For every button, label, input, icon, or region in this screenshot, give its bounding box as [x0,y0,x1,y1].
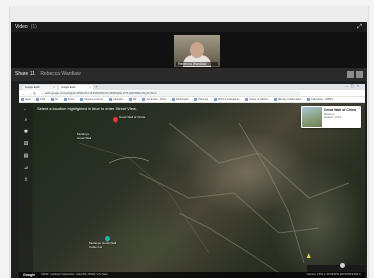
participant-name: Rebecca Wardlaw [176,62,218,66]
place-label-cable-car[interactable]: Mutianyu Great Wall Cable Car [89,241,116,249]
close-card-icon[interactable]: × [358,106,360,110]
street-view-hint: Select a location highlighted in blue to… [37,106,137,111]
expand-icon[interactable]: ⤢ [357,22,362,32]
place-card-subtitle: Mutianyu Huairou, China [324,113,341,119]
place-card-title: Great Wall of China [324,108,357,112]
share-presenter-name: Rebecca Wardlaw [40,71,81,77]
feeling-lucky-icon[interactable]: ⚄ [23,141,29,147]
browser-tab-label: Google Earth [25,86,40,89]
pegman-icon[interactable]: ♟ [306,253,311,260]
google-earth-map[interactable]: ⌕ ✱ ⚄ ▤ ⊿ ⇪ ← Select a location highligh… [19,103,365,278]
share-icon[interactable]: ⇪ [23,177,29,183]
terrain-ridges [78,122,350,274]
participant-video-tile[interactable]: Rebecca Wardlaw [174,35,220,67]
voyager-icon[interactable]: ✱ [23,129,29,135]
google-logo: Google [23,273,36,277]
address-bar[interactable]: earth.google.com/web/@40.43591379,116.56… [41,91,301,96]
shared-browser-window: Google Earth × Google Earth × + –▢× ←→↻ ea… [19,84,365,278]
camera-coordinates: Camera: 1,551 m 40°25'49"N 116°33'36"E 6… [306,273,361,276]
video-panel-header: Video (1) ⤢ [11,22,367,32]
fullscreen-icon[interactable] [356,71,363,78]
video-panel-title: Video [15,24,28,30]
video-strip: Rebecca Wardlaw [11,32,367,68]
navigation-icons[interactable]: ←→↻ [22,90,38,97]
window-controls[interactable]: –▢× [346,84,362,88]
browser-tab-label: Google Earth [61,86,76,89]
place-label-great-wall[interactable]: Great Wall of China [119,115,145,120]
earth-sidebar: ⌕ ✱ ⚄ ▤ ⊿ ⇪ [19,103,33,278]
extension-icons [331,91,361,104]
new-tab-icon[interactable]: + [95,84,97,89]
place-info-card[interactable]: Great Wall of China Mutianyu Huairou, Ch… [301,106,361,128]
search-icon[interactable]: ⌕ [23,117,29,123]
video-participant-count: (1) [30,24,37,30]
layout-icon[interactable] [347,71,354,78]
map-status-bar: Google ©2019 · Landsat / Copernicus · Da… [19,272,365,278]
place-label-mutianyu[interactable]: Mutianyu Great Wall [77,132,91,140]
participant-face [190,42,204,58]
projects-icon[interactable]: ▤ [23,153,29,159]
measure-icon[interactable]: ⊿ [23,165,29,171]
share-panel-title: Share 11 [15,71,35,77]
place-photo [302,107,322,127]
map-attribution: ©2019 · Landsat / Copernicus · Data SIO,… [41,273,108,276]
share-panel-header: Share 11 Rebecca Wardlaw [11,68,367,81]
place-card-sub2: Huairou, China [324,116,342,120]
back-arrow-icon[interactable]: ← [23,106,27,111]
compass-icon[interactable] [340,263,345,268]
browser-toolbar: ←→↻ earth.google.com/web/@40.43591379,11… [19,90,365,104]
